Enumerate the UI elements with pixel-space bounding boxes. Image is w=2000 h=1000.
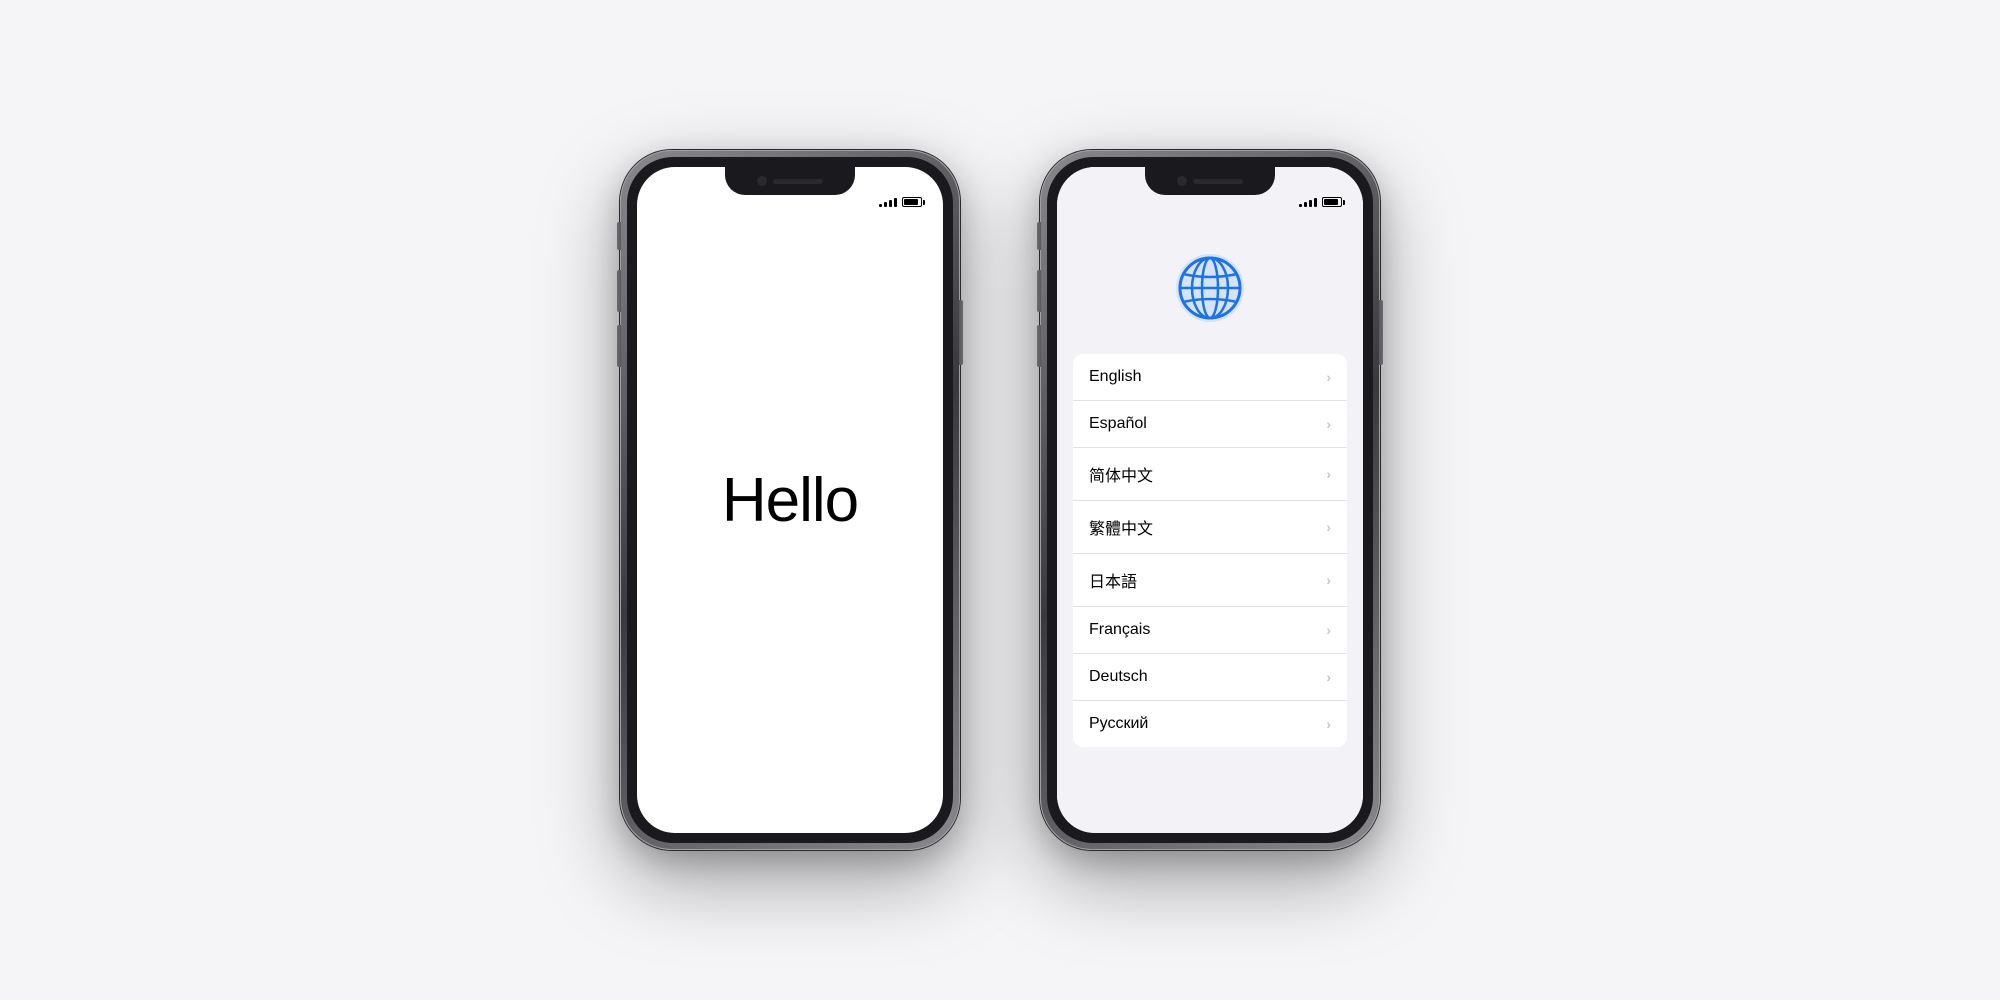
language-item-english[interactable]: English › bbox=[1073, 354, 1347, 401]
silent-switch-right bbox=[1037, 222, 1041, 250]
volume-down-button bbox=[617, 325, 621, 367]
signal-bar-2 bbox=[884, 202, 887, 207]
language-name-simplified-chinese: 简体中文 bbox=[1089, 462, 1153, 486]
battery-fill-right bbox=[1324, 199, 1338, 205]
language-name-french: Français bbox=[1089, 621, 1150, 639]
phone-frame-right: English › Español › 简体中文 › 繁體中文 bbox=[1040, 150, 1380, 850]
phone-screen-right: English › Español › 简体中文 › 繁體中文 bbox=[1057, 167, 1363, 833]
language-item-german[interactable]: Deutsch › bbox=[1073, 654, 1347, 701]
chevron-japanese: › bbox=[1326, 572, 1331, 588]
language-content: English › Español › 简体中文 › 繁體中文 bbox=[1057, 167, 1363, 833]
battery-icon-left bbox=[902, 197, 925, 207]
signal-bar-r3 bbox=[1309, 200, 1312, 207]
battery-tip-left bbox=[923, 200, 925, 205]
hello-text: Hello bbox=[722, 465, 858, 536]
power-button bbox=[959, 300, 963, 365]
power-button-right bbox=[1379, 300, 1383, 365]
signal-bar-r1 bbox=[1299, 204, 1302, 207]
language-item-espanol[interactable]: Español › bbox=[1073, 401, 1347, 448]
speaker-right bbox=[1193, 179, 1243, 184]
chevron-english: › bbox=[1326, 369, 1331, 385]
globe-icon bbox=[1174, 252, 1246, 324]
language-item-simplified-chinese[interactable]: 简体中文 › bbox=[1073, 448, 1347, 501]
phone-right: English › Español › 简体中文 › 繁體中文 bbox=[1040, 150, 1380, 850]
chevron-russian: › bbox=[1326, 716, 1331, 732]
volume-up-button bbox=[617, 270, 621, 312]
phone-frame-left: Hello bbox=[620, 150, 960, 850]
front-camera-right bbox=[1177, 176, 1187, 186]
signal-bar-1 bbox=[879, 204, 882, 207]
phone-inner-right: English › Español › 简体中文 › 繁體中文 bbox=[1047, 157, 1373, 843]
speaker-left bbox=[773, 179, 823, 184]
silent-switch bbox=[617, 222, 621, 250]
chevron-simplified-chinese: › bbox=[1326, 466, 1331, 482]
signal-bar-3 bbox=[889, 200, 892, 207]
signal-bar-r2 bbox=[1304, 202, 1307, 207]
status-icons-left bbox=[879, 197, 925, 207]
battery-body-left bbox=[902, 197, 922, 207]
chevron-espanol: › bbox=[1326, 416, 1331, 432]
phone-inner-left: Hello bbox=[627, 157, 953, 843]
volume-down-button-right bbox=[1037, 325, 1041, 367]
signal-bar-4 bbox=[894, 198, 897, 207]
notch-right bbox=[1145, 167, 1275, 195]
language-item-traditional-chinese[interactable]: 繁體中文 › bbox=[1073, 501, 1347, 554]
chevron-traditional-chinese: › bbox=[1326, 519, 1331, 535]
chevron-german: › bbox=[1326, 669, 1331, 685]
status-icons-right bbox=[1299, 197, 1345, 207]
language-name-english: English bbox=[1089, 368, 1141, 386]
language-name-traditional-chinese: 繁體中文 bbox=[1089, 515, 1153, 539]
hello-content: Hello bbox=[637, 167, 943, 833]
signal-bars-right bbox=[1299, 197, 1317, 207]
chevron-french: › bbox=[1326, 622, 1331, 638]
language-name-espanol: Español bbox=[1089, 415, 1147, 433]
language-item-japanese[interactable]: 日本語 › bbox=[1073, 554, 1347, 607]
language-name-japanese: 日本語 bbox=[1089, 568, 1137, 592]
language-item-russian[interactable]: Русский › bbox=[1073, 701, 1347, 747]
battery-body-right bbox=[1322, 197, 1342, 207]
language-name-russian: Русский bbox=[1089, 715, 1148, 733]
phone-left: Hello bbox=[620, 150, 960, 850]
front-camera-left bbox=[757, 176, 767, 186]
volume-up-button-right bbox=[1037, 270, 1041, 312]
signal-bars-left bbox=[879, 197, 897, 207]
battery-fill-left bbox=[904, 199, 918, 205]
language-item-french[interactable]: Français › bbox=[1073, 607, 1347, 654]
language-name-german: Deutsch bbox=[1089, 668, 1148, 686]
notch-left bbox=[725, 167, 855, 195]
signal-bar-r4 bbox=[1314, 198, 1317, 207]
phone-screen-left: Hello bbox=[637, 167, 943, 833]
battery-icon-right bbox=[1322, 197, 1345, 207]
battery-tip-right bbox=[1343, 200, 1345, 205]
language-list: English › Español › 简体中文 › 繁體中文 bbox=[1073, 354, 1347, 747]
